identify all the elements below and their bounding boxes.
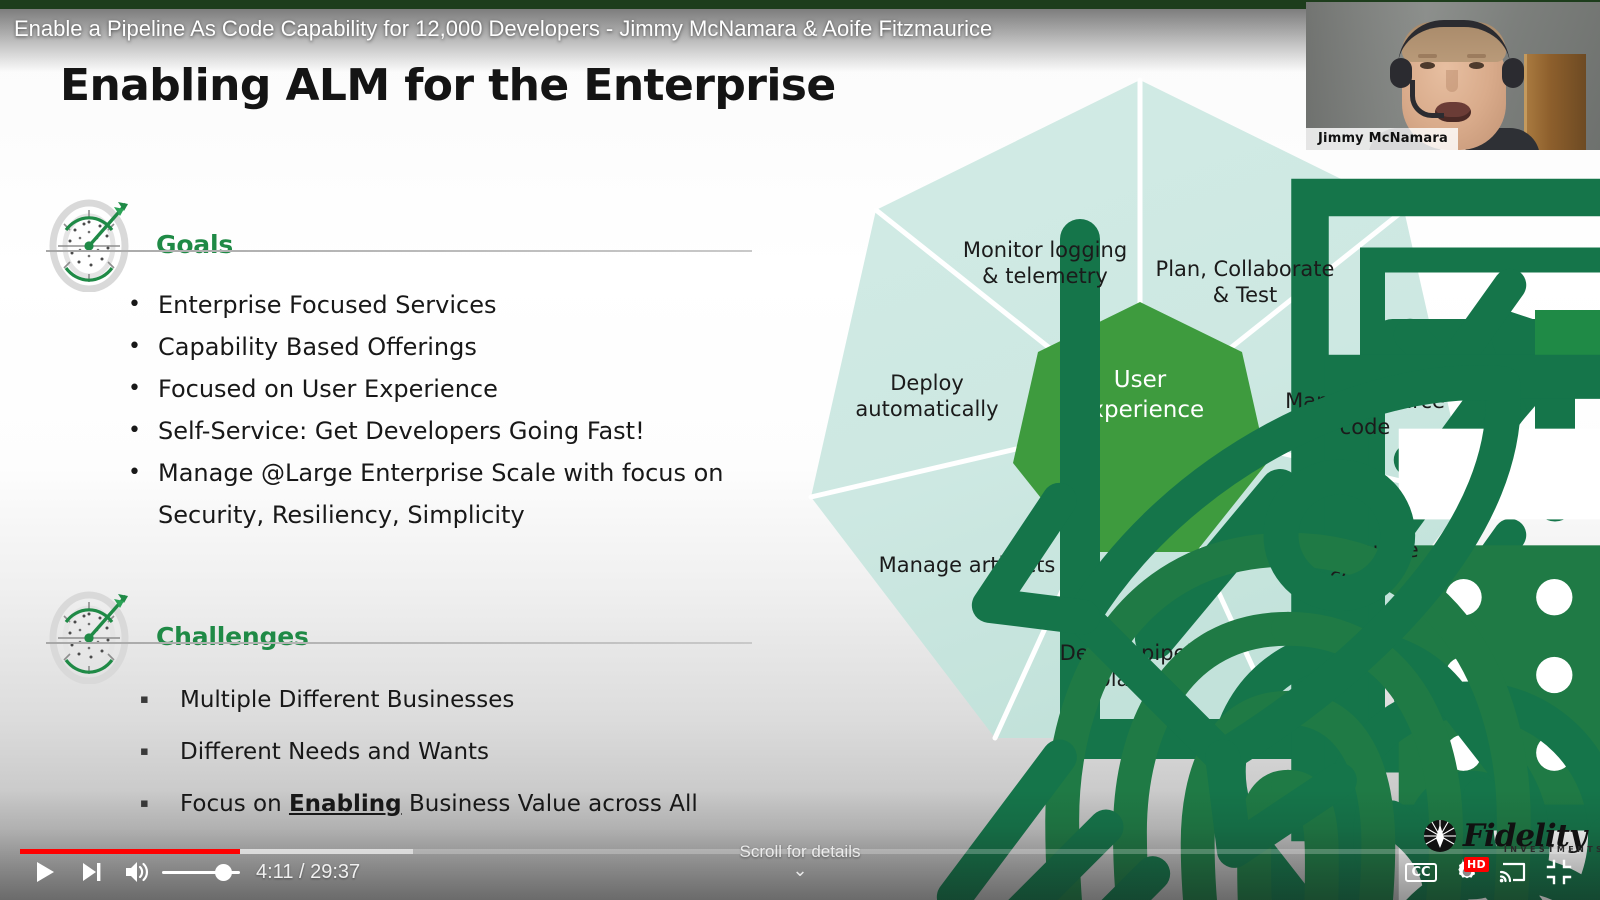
player-controls-left: 4:11 / 29:37 <box>0 849 360 895</box>
webcam-door <box>1524 54 1586 150</box>
target-arrow-icon <box>44 196 140 293</box>
bullet-dot-icon: • <box>128 376 141 401</box>
goals-heading: Goals <box>156 229 234 259</box>
next-video-button[interactable] <box>68 849 114 895</box>
webcam-overlay[interactable]: Jimmy McNamara <box>1306 2 1600 150</box>
goals-item-4: Self-Service: Get Developers Going Fast! <box>158 417 645 445</box>
heptagon-diagram: User Experience Monitor logging & teleme… <box>790 70 1600 900</box>
hd-quality-badge: HD <box>1464 857 1489 872</box>
volume-slider[interactable] <box>162 860 240 884</box>
volume-slider-knob[interactable] <box>215 864 232 881</box>
list-item: ▪ Multiple Different Businesses <box>140 674 780 726</box>
cast-button[interactable] <box>1490 849 1536 895</box>
list-item: ▪ Different Needs and Wants <box>140 726 780 778</box>
time-display: 4:11 / 29:37 <box>256 860 361 883</box>
bullet-dot-icon: • <box>128 460 141 485</box>
exit-fullscreen-button[interactable] <box>1536 849 1582 895</box>
bullet-dot-icon: • <box>128 418 141 443</box>
headset-earcup-left <box>1390 58 1412 88</box>
bullet-dot-icon: • <box>128 334 141 359</box>
goals-divider <box>46 250 752 252</box>
goals-item-5: Manage @Large Enterprise Scale with focu… <box>158 459 724 529</box>
bullet-square-icon: ▪ <box>140 744 149 759</box>
video-title: Enable a Pipeline As Code Capability for… <box>14 16 993 41</box>
player-controls-right: CC HD <box>1398 849 1600 895</box>
headset-earcup-right <box>1502 58 1524 88</box>
video-player-stage: Enabling ALM for the Enterprise Goals • … <box>0 0 1600 900</box>
goals-section-header: Goals <box>44 196 234 293</box>
list-item: • Enterprise Focused Services <box>128 284 768 326</box>
challenges-item-1: Multiple Different Businesses <box>180 687 515 713</box>
list-item: • Manage @Large Enterprise Scale with fo… <box>128 452 768 536</box>
settings-button[interactable]: HD <box>1444 849 1490 895</box>
list-item: • Capability Based Offerings <box>128 326 768 368</box>
challenges-divider <box>46 642 752 644</box>
webcam-participant-name: Jimmy McNamara <box>1306 128 1458 150</box>
challenges-section-header: Challenges <box>44 588 309 685</box>
captions-label: CC <box>1405 862 1437 882</box>
goals-item-2: Capability Based Offerings <box>158 333 477 361</box>
captions-button[interactable]: CC <box>1398 849 1444 895</box>
webcam-nose <box>1446 70 1458 92</box>
play-button[interactable] <box>22 849 68 895</box>
volume-mute-button[interactable] <box>114 849 160 895</box>
bullet-dot-icon: • <box>128 292 141 317</box>
list-item: • Focused on User Experience <box>128 368 768 410</box>
goals-item-3: Focused on User Experience <box>158 375 498 403</box>
goals-bullet-list: • Enterprise Focused Services • Capabili… <box>128 284 768 536</box>
challenges-item-2: Different Needs and Wants <box>180 739 490 765</box>
player-controls: 4:11 / 29:37 CC HD <box>0 844 1600 900</box>
challenges-heading: Challenges <box>156 621 309 651</box>
list-item: • Self-Service: Get Developers Going Fas… <box>128 410 768 452</box>
bullet-square-icon: ▪ <box>140 692 149 707</box>
target-arrow-icon <box>44 588 140 685</box>
goals-item-1: Enterprise Focused Services <box>158 291 497 319</box>
